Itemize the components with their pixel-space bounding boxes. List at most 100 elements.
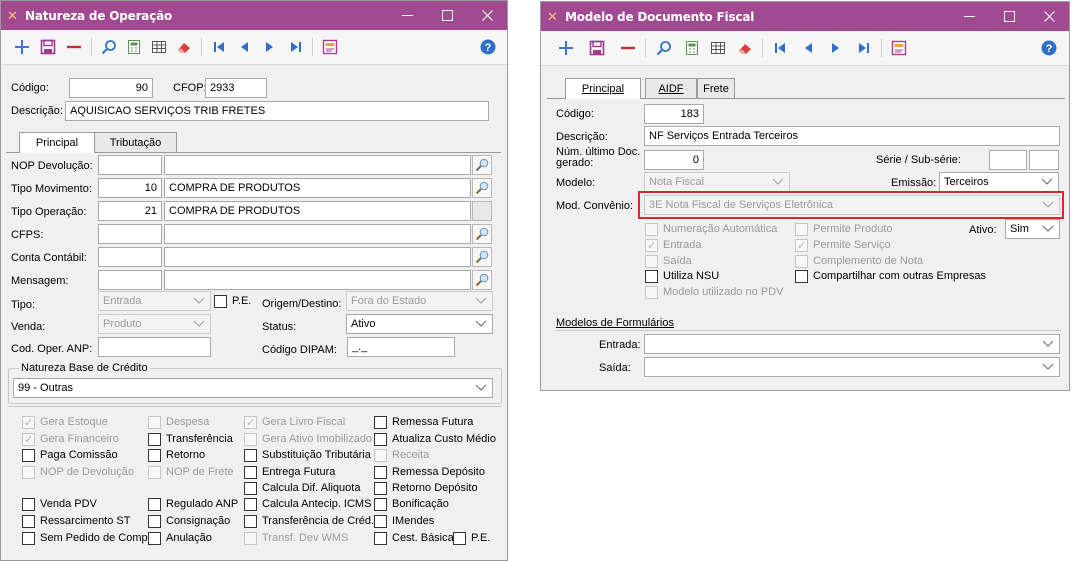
lookup-icon[interactable] xyxy=(472,178,492,198)
nop-devolucao-checkbox[interactable]: NOP de Devolução xyxy=(22,465,134,479)
sem-pedido-compra-checkbox[interactable]: Sem Pedido de Compra xyxy=(22,531,157,545)
lookup-icon[interactable] xyxy=(472,224,492,244)
eraser-icon[interactable] xyxy=(173,36,195,58)
tab-tributacao[interactable]: Tributação xyxy=(94,132,177,152)
substituicao-tributaria-checkbox[interactable]: Substituição Tributária xyxy=(244,448,371,462)
consignacao-checkbox[interactable]: Consignação xyxy=(148,514,230,528)
gera-estoque-checkbox[interactable]: ✓ Gera Estoque xyxy=(22,415,108,429)
transf-dev-wms-checkbox[interactable]: Transf. Dev WMS xyxy=(244,531,348,545)
minus-icon[interactable] xyxy=(617,37,639,59)
nop-devolucao-code[interactable] xyxy=(98,155,162,175)
lookup-icon[interactable] xyxy=(472,155,492,175)
status-select[interactable]: Ativo xyxy=(346,314,493,334)
maximize-icon[interactable] xyxy=(989,2,1029,31)
cfop-field[interactable]: 2933 xyxy=(205,78,267,98)
subserie-field[interactable] xyxy=(1029,150,1059,170)
codigo-dipam-field[interactable]: _._ xyxy=(347,337,455,357)
grid-icon[interactable] xyxy=(148,36,170,58)
minimize-icon[interactable] xyxy=(387,1,427,30)
natureza-base-select[interactable]: 99 - Outras xyxy=(13,378,493,398)
cest-basica-checkbox[interactable]: Cest. Básica xyxy=(374,531,454,545)
ativo-select[interactable]: Sim xyxy=(1005,219,1060,239)
entrada-checkbox[interactable]: ✓ Entrada xyxy=(645,238,702,252)
plus-icon[interactable] xyxy=(11,36,33,58)
venda-pdv-checkbox[interactable]: Venda PDV xyxy=(22,497,97,511)
eraser-icon[interactable] xyxy=(734,37,756,59)
remessa-deposito-checkbox[interactable]: Remessa Depósito xyxy=(374,465,485,479)
help-icon[interactable]: ? xyxy=(1038,37,1060,59)
paga-comissao-checkbox[interactable]: Paga Comissão xyxy=(22,448,118,462)
serie-field[interactable] xyxy=(989,150,1027,170)
calcula-antecip-icms-checkbox[interactable]: Calcula Antecip. ICMS xyxy=(244,497,371,511)
bonificacao-checkbox[interactable]: Bonificação xyxy=(374,497,449,511)
cfps-code[interactable] xyxy=(98,224,162,244)
codigo-field[interactable]: 90 xyxy=(69,78,153,98)
conta-contabil-code[interactable] xyxy=(98,247,162,267)
search-icon[interactable] xyxy=(98,36,120,58)
prev-icon[interactable] xyxy=(797,37,819,59)
search-icon[interactable] xyxy=(653,37,675,59)
receita-checkbox[interactable]: Receita xyxy=(374,448,429,462)
mensagem-code[interactable] xyxy=(98,270,162,290)
descricao-field[interactable]: AQUISICAO SERVIÇOS TRIB FRETES xyxy=(65,101,489,121)
venda-select[interactable]: Produto xyxy=(98,314,211,334)
entrada-formulario-select[interactable] xyxy=(644,334,1060,354)
permite-produto-checkbox[interactable]: Permite Produto xyxy=(795,222,892,236)
plus-icon[interactable] xyxy=(555,37,577,59)
emissao-select[interactable]: Terceiros xyxy=(939,172,1059,192)
close-icon[interactable] xyxy=(467,1,507,30)
pe-checkbox[interactable]: P.E. xyxy=(214,294,251,308)
utiliza-nsu-checkbox[interactable]: Utiliza NSU xyxy=(645,269,719,283)
tab-frete[interactable]: Frete xyxy=(697,78,735,98)
nop-frete-checkbox[interactable]: NOP de Frete xyxy=(148,465,234,479)
gera-financeiro-checkbox[interactable]: ✓ Gera Financeiro xyxy=(22,432,119,446)
ressarcimento-st-checkbox[interactable]: Ressarcimento ST xyxy=(22,514,130,528)
retorno-checkbox[interactable]: Retorno xyxy=(148,448,205,462)
prev-icon[interactable] xyxy=(233,36,255,58)
save-icon[interactable] xyxy=(37,36,59,58)
report-icon[interactable] xyxy=(888,37,910,59)
next-icon[interactable] xyxy=(259,36,281,58)
modelo-pdv-checkbox[interactable]: Modelo utilizado no PDV xyxy=(645,285,783,299)
tipo-select[interactable]: Entrada xyxy=(98,291,211,311)
codigo-field[interactable]: 183 xyxy=(644,104,704,124)
report-icon[interactable] xyxy=(319,36,341,58)
regulado-anp-checkbox[interactable]: Regulado ANP xyxy=(148,497,238,511)
calculator-icon[interactable] xyxy=(123,36,145,58)
pe-bottom-checkbox[interactable]: P.E. xyxy=(453,531,490,545)
gera-ativo-imobilizado-checkbox[interactable]: Gera Ativo Imobilizado xyxy=(244,432,372,446)
last-icon[interactable] xyxy=(853,37,875,59)
transferencia-checkbox[interactable]: Transferência xyxy=(148,432,233,446)
tipo-operacao-code[interactable]: 21 xyxy=(98,201,162,221)
num-ultimo-doc-field[interactable]: 0 xyxy=(644,150,704,170)
tab-principal[interactable]: Principal xyxy=(565,78,641,99)
retorno-deposito-checkbox[interactable]: Retorno Depósito xyxy=(374,481,478,495)
calcula-dif-aliquota-checkbox[interactable]: Calcula Dif. Aliquota xyxy=(244,481,360,495)
tab-principal[interactable]: Principal xyxy=(19,132,95,153)
despesa-checkbox[interactable]: Despesa xyxy=(148,415,209,429)
calculator-icon[interactable] xyxy=(681,37,703,59)
lookup-icon[interactable] xyxy=(472,270,492,290)
remessa-futura-checkbox[interactable]: Remessa Futura xyxy=(374,415,473,429)
minimize-icon[interactable] xyxy=(949,2,989,31)
atualiza-custo-medio-checkbox[interactable]: Atualiza Custo Médio xyxy=(374,432,496,446)
tab-aidf[interactable]: AIDF xyxy=(645,78,697,98)
help-icon[interactable]: ? xyxy=(477,36,499,58)
cod-oper-anp-field[interactable] xyxy=(98,337,211,357)
numeracao-automatica-checkbox[interactable]: Numeração Automática xyxy=(645,222,777,236)
save-icon[interactable] xyxy=(586,37,608,59)
saida-formulario-select[interactable] xyxy=(644,357,1060,377)
close-icon[interactable] xyxy=(1029,2,1069,31)
first-icon[interactable] xyxy=(208,36,230,58)
descricao-field[interactable]: NF Serviços Entrada Terceiros xyxy=(644,126,1060,146)
modelo-select[interactable]: Nota Fiscal xyxy=(644,172,790,192)
last-icon[interactable] xyxy=(285,36,307,58)
next-icon[interactable] xyxy=(825,37,847,59)
permite-servico-checkbox[interactable]: ✓ Permite Serviço xyxy=(795,238,891,252)
saida-checkbox[interactable]: Saída xyxy=(645,254,692,268)
imendes-checkbox[interactable]: IMendes xyxy=(374,514,434,528)
first-icon[interactable] xyxy=(769,37,791,59)
complemento-nota-checkbox[interactable]: Complemento de Nota xyxy=(795,254,923,268)
minus-icon[interactable] xyxy=(63,36,85,58)
transferencia-cred-checkbox[interactable]: Transferência de Créd. xyxy=(244,514,374,528)
